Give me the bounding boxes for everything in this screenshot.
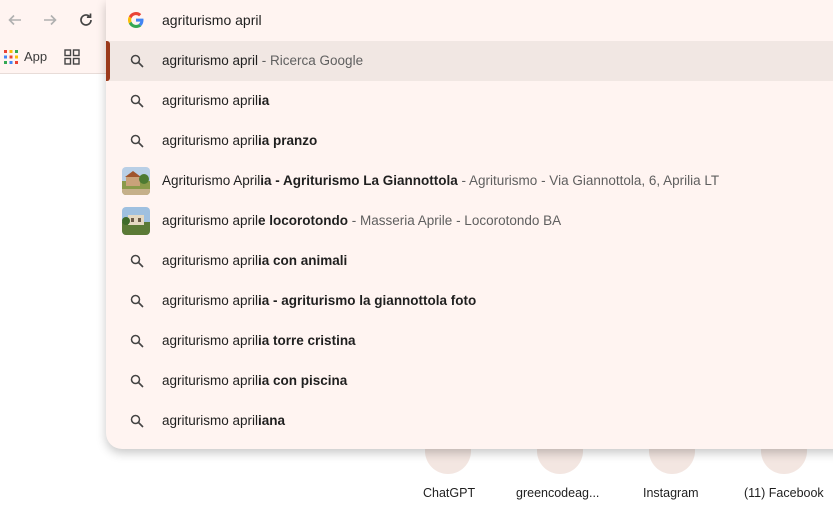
suggestion-row-entity[interactable]: agriturismo aprile locorotondo - Masseri… xyxy=(106,201,833,241)
suggestion-completion: ia xyxy=(258,93,270,108)
omnibox-input[interactable]: agriturismo april xyxy=(162,12,262,28)
suggestion-text: agriturismo aprilia con piscina xyxy=(162,373,347,388)
suggestion-completion: ia pranzo xyxy=(258,133,318,148)
suggestion-prefix: agriturismo april xyxy=(162,133,259,148)
search-icon xyxy=(130,254,144,268)
back-button[interactable] xyxy=(4,9,26,31)
omnibox-dropdown: agriturismo april agriturismo april - Ri… xyxy=(106,0,833,449)
suggestion-row[interactable]: agriturismo aprilia pranzo xyxy=(106,121,833,161)
suggestion-row[interactable]: agriturismo aprilia con piscina xyxy=(106,361,833,401)
search-icon xyxy=(130,374,144,388)
search-icon xyxy=(130,414,144,428)
forward-button[interactable] xyxy=(39,9,61,31)
suggestion-row[interactable]: agriturismo april - Ricerca Google xyxy=(106,41,833,81)
suggestion-completion: iana xyxy=(258,413,286,428)
suggestion-list: agriturismo april - Ricerca Google agrit… xyxy=(106,41,833,441)
grid-squares-icon xyxy=(64,48,80,65)
suggestion-row[interactable]: agriturismo aprilia con animali xyxy=(106,241,833,281)
search-icon xyxy=(130,94,144,108)
reload-button[interactable] xyxy=(75,9,97,31)
apps-bookmark-label: App xyxy=(24,49,48,64)
place-thumbnail xyxy=(122,167,150,195)
arrow-left-icon xyxy=(8,14,21,26)
suggestion-text: agriturismo aprile locorotondo - Masseri… xyxy=(162,213,561,228)
suggestion-text: agriturismo apriliana xyxy=(162,413,285,428)
suggestion-description: - Agriturismo - Via Giannottola, 6, Apri… xyxy=(457,173,720,188)
suggestion-completion: ia - Agriturismo La Giannottola xyxy=(260,173,458,188)
suggestion-completion: ia con animali xyxy=(258,253,348,268)
google-g-icon xyxy=(128,12,144,28)
suggestion-prefix: agriturismo april xyxy=(162,293,259,308)
arrow-right-icon xyxy=(44,14,57,26)
suggestion-text: agriturismo aprilia con animali xyxy=(162,253,347,268)
search-icon xyxy=(130,54,144,68)
search-icon xyxy=(130,294,144,308)
suggestion-completion: e locorotondo xyxy=(258,213,349,228)
suggestion-prefix: agriturismo april xyxy=(162,53,259,68)
suggestion-row[interactable]: agriturismo aprilia torre cristina xyxy=(106,321,833,361)
suggestion-prefix: agriturismo april xyxy=(162,373,259,388)
place-thumbnail xyxy=(122,207,150,235)
omnibox-input-row[interactable]: agriturismo april xyxy=(106,0,833,40)
suggestion-completion: ia torre cristina xyxy=(258,333,356,348)
search-icon xyxy=(130,134,144,148)
suggestion-row[interactable]: agriturismo aprilia - agriturismo la gia… xyxy=(106,281,833,321)
search-icon xyxy=(130,334,144,348)
suggestion-text: Agriturismo Aprilia - Agriturismo La Gia… xyxy=(162,173,719,188)
suggestion-prefix: agriturismo april xyxy=(162,333,259,348)
suggestion-prefix: agriturismo april xyxy=(162,93,259,108)
suggestion-text: agriturismo aprilia - agriturismo la gia… xyxy=(162,293,476,308)
suggestion-prefix: agriturismo april xyxy=(162,213,259,228)
shortcut-label[interactable]: Instagram xyxy=(643,486,699,500)
tab-groups-button[interactable] xyxy=(64,40,80,73)
apps-bookmark[interactable]: App xyxy=(4,40,47,73)
suggestion-text: agriturismo april - Ricerca Google xyxy=(162,53,363,68)
reload-icon xyxy=(80,13,92,26)
suggestion-completion: ia - agriturismo la giannottola foto xyxy=(258,293,477,308)
suggestion-prefix: agriturismo april xyxy=(162,413,259,428)
suggestion-description: - Ricerca Google xyxy=(258,53,364,68)
suggestion-prefix: Agriturismo April xyxy=(162,173,261,188)
shortcut-label[interactable]: greencodeag... xyxy=(516,486,599,500)
suggestion-prefix: agriturismo april xyxy=(162,253,259,268)
suggestion-completion: ia con piscina xyxy=(258,373,348,388)
shortcut-label[interactable]: (11) Facebook xyxy=(744,486,824,500)
suggestion-row[interactable]: agriturismo aprilia xyxy=(106,81,833,121)
suggestion-row-entity[interactable]: Agriturismo Aprilia - Agriturismo La Gia… xyxy=(106,161,833,201)
suggestion-description: - Masseria Aprile - Locorotondo BA xyxy=(348,213,562,228)
suggestion-text: agriturismo aprilia xyxy=(162,93,269,108)
suggestion-text: agriturismo aprilia torre cristina xyxy=(162,333,356,348)
apps-grid-icon xyxy=(4,49,18,64)
suggestion-text: agriturismo aprilia pranzo xyxy=(162,133,317,148)
suggestion-row[interactable]: agriturismo apriliana xyxy=(106,401,833,441)
shortcut-label[interactable]: ChatGPT xyxy=(423,486,475,500)
